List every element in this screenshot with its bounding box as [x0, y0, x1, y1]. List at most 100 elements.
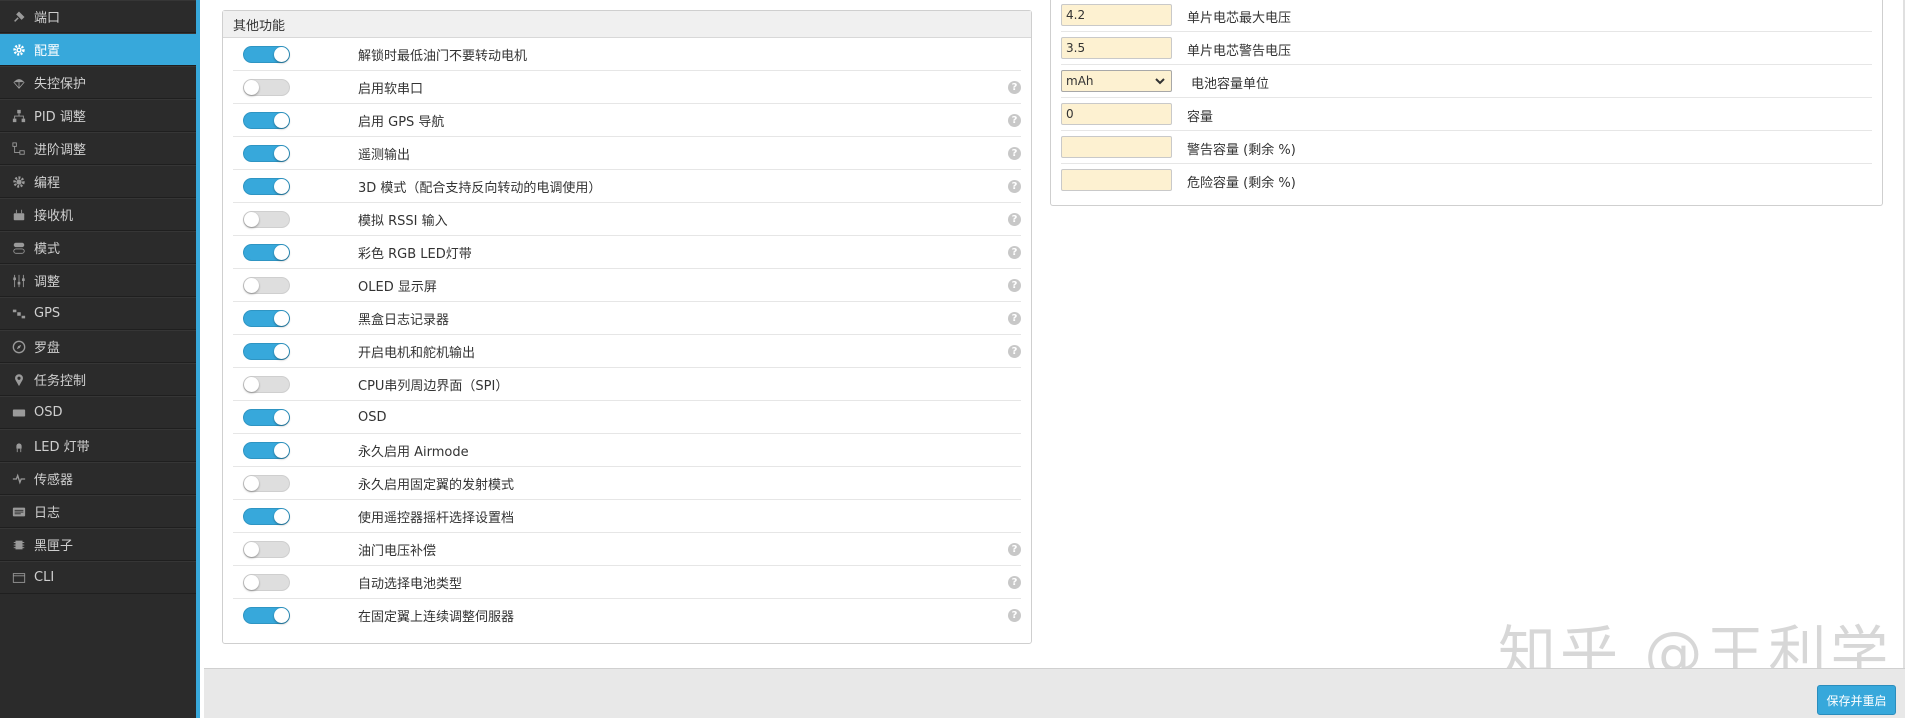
feature-toggle[interactable]	[243, 507, 290, 525]
battery-setting-row: 单片电芯最大电压	[1061, 0, 1872, 32]
feature-toggle[interactable]	[243, 45, 290, 63]
sidebar-item-label: CLI	[34, 570, 55, 585]
map-marker-icon	[10, 372, 28, 388]
feature-toggle[interactable]	[243, 573, 290, 591]
feature-label: 永久启用 Airmode	[358, 444, 469, 460]
feature-toggle[interactable]	[243, 607, 290, 624]
toggle-knob	[274, 310, 289, 326]
save-and-reboot-button[interactable]: 保存并重启	[1817, 685, 1896, 715]
help-icon[interactable]: ?	[1008, 80, 1021, 94]
sidebar-item[interactable]: 日志	[0, 495, 196, 528]
battery-value-input[interactable]	[1061, 136, 1172, 158]
help-icon[interactable]: ?	[1008, 212, 1021, 226]
sidebar-item-label: LED 灯带	[34, 440, 90, 455]
sidebar-item[interactable]: 模式	[0, 231, 196, 264]
feature-toggle[interactable]	[243, 309, 290, 327]
battery-list: 单片电芯最大电压单片电芯警告电压 mAh 电池容量单位容量警告容量 (剩余 %) 危险…	[1051, 0, 1882, 197]
select-value: mAh	[1066, 74, 1094, 88]
battery-setting-label: 单片电芯警告电压	[1187, 44, 1292, 59]
help-icon[interactable]: ?	[1008, 245, 1021, 259]
log-icon	[10, 504, 28, 520]
help-icon[interactable]: ?	[1008, 278, 1021, 292]
sidebar-item[interactable]: 进阶调整	[0, 132, 196, 165]
battery-value-input[interactable]	[1061, 103, 1172, 125]
sidebar-item-label: PID 调整	[34, 110, 86, 125]
sidebar-item-label: 接收机	[34, 209, 74, 224]
sidebar-item-label: 配置	[34, 44, 61, 59]
feature-row: 模拟 RSSI 输入?	[233, 203, 1021, 236]
help-icon[interactable]: ?	[1008, 179, 1021, 193]
feature-row: 在固定翼上连续调整伺服器?	[233, 599, 1021, 632]
feature-toggle[interactable]	[243, 342, 290, 360]
help-icon[interactable]: ?	[1008, 146, 1021, 160]
sidebar-item[interactable]: 失控保护	[0, 66, 196, 99]
feature-row: 开启电机和舵机输出?	[233, 335, 1021, 368]
help-icon[interactable]: ?	[1008, 344, 1021, 358]
feature-toggle[interactable]	[243, 474, 290, 492]
battery-value-input[interactable]	[1061, 4, 1172, 26]
help-icon[interactable]: ?	[1008, 542, 1021, 556]
sidebar-item[interactable]: PID 调整	[0, 99, 196, 132]
sidebar-item-label: 日志	[34, 506, 61, 521]
sidebar-item[interactable]: 黑匣子	[0, 528, 196, 561]
feature-toggle[interactable]	[243, 111, 290, 129]
battery-value-input[interactable]	[1061, 169, 1172, 191]
sidebar-item[interactable]: 任务控制	[0, 363, 196, 396]
sidebar-item[interactable]: 传感器	[0, 462, 196, 495]
feature-toggle[interactable]	[243, 210, 290, 228]
toggle-knob	[274, 409, 289, 425]
sidebar-item[interactable]: 端口	[0, 0, 196, 33]
feature-toggle[interactable]	[243, 276, 290, 294]
capacity-unit-select[interactable]: mAh	[1061, 70, 1172, 92]
sidebar-item[interactable]: GPS	[0, 297, 196, 330]
feature-label: 彩色 RGB LED灯带	[358, 246, 472, 262]
battery-setting-row: 危险容量 (剩余 %)	[1061, 164, 1872, 197]
features-panel-title: 其他功能	[223, 11, 1031, 38]
toggle-knob	[274, 112, 289, 128]
feature-toggle[interactable]	[243, 78, 290, 96]
feature-row: OSD	[233, 401, 1021, 434]
sidebar-item-label: GPS	[34, 306, 61, 321]
tree-icon	[10, 141, 28, 157]
battery-value-input[interactable]	[1061, 37, 1172, 59]
help-icon[interactable]: ?	[1008, 575, 1021, 589]
battery-setting-label: 容量	[1187, 110, 1214, 125]
feature-toggle[interactable]	[243, 177, 290, 195]
sidebar-item[interactable]: CLI	[0, 561, 196, 594]
sidebar-item[interactable]: 配置	[0, 33, 196, 66]
sidebar-item[interactable]: 罗盘	[0, 330, 196, 363]
sidebar-item[interactable]: 接收机	[0, 198, 196, 231]
sidebar-item-label: 任务控制	[34, 374, 87, 389]
feature-toggle[interactable]	[243, 441, 290, 459]
satellite-icon	[10, 306, 28, 322]
sidebar-item[interactable]: LED 灯带	[0, 429, 196, 462]
sitemap-icon	[10, 108, 28, 124]
feature-toggle[interactable]	[243, 375, 290, 393]
sidebar-item-label: 传感器	[34, 473, 74, 488]
led-icon	[10, 438, 28, 454]
feature-row: 永久启用 Airmode	[233, 434, 1021, 467]
feature-label: 使用遥控器摇杆选择设置档	[358, 510, 515, 526]
feature-label: 解锁时最低油门不要转动电机	[358, 48, 528, 64]
feature-toggle[interactable]	[243, 408, 290, 426]
help-icon[interactable]: ?	[1008, 609, 1021, 622]
help-icon[interactable]: ?	[1008, 311, 1021, 325]
osd-icon	[10, 405, 28, 421]
terminal-icon	[10, 570, 28, 586]
feature-label: 启用软串口	[358, 81, 424, 97]
sidebar-item[interactable]: 调整	[0, 264, 196, 297]
toggle-knob	[274, 343, 289, 359]
sidebar-item[interactable]: 编程	[0, 165, 196, 198]
help-icon[interactable]: ?	[1008, 113, 1021, 127]
sidebar-item-label: 失控保护	[34, 77, 87, 92]
sidebar-item-label: 编程	[34, 176, 61, 191]
toggle-knob	[274, 442, 289, 458]
sidebar-item[interactable]: OSD	[0, 396, 196, 429]
feature-label: 遥测输出	[358, 147, 411, 163]
feature-toggle[interactable]	[243, 144, 290, 162]
chip-icon	[10, 537, 28, 553]
feature-toggle[interactable]	[243, 540, 290, 558]
pulse-icon	[10, 471, 28, 487]
sidebar-item-label: 黑匣子	[34, 539, 74, 554]
feature-toggle[interactable]	[243, 243, 290, 261]
